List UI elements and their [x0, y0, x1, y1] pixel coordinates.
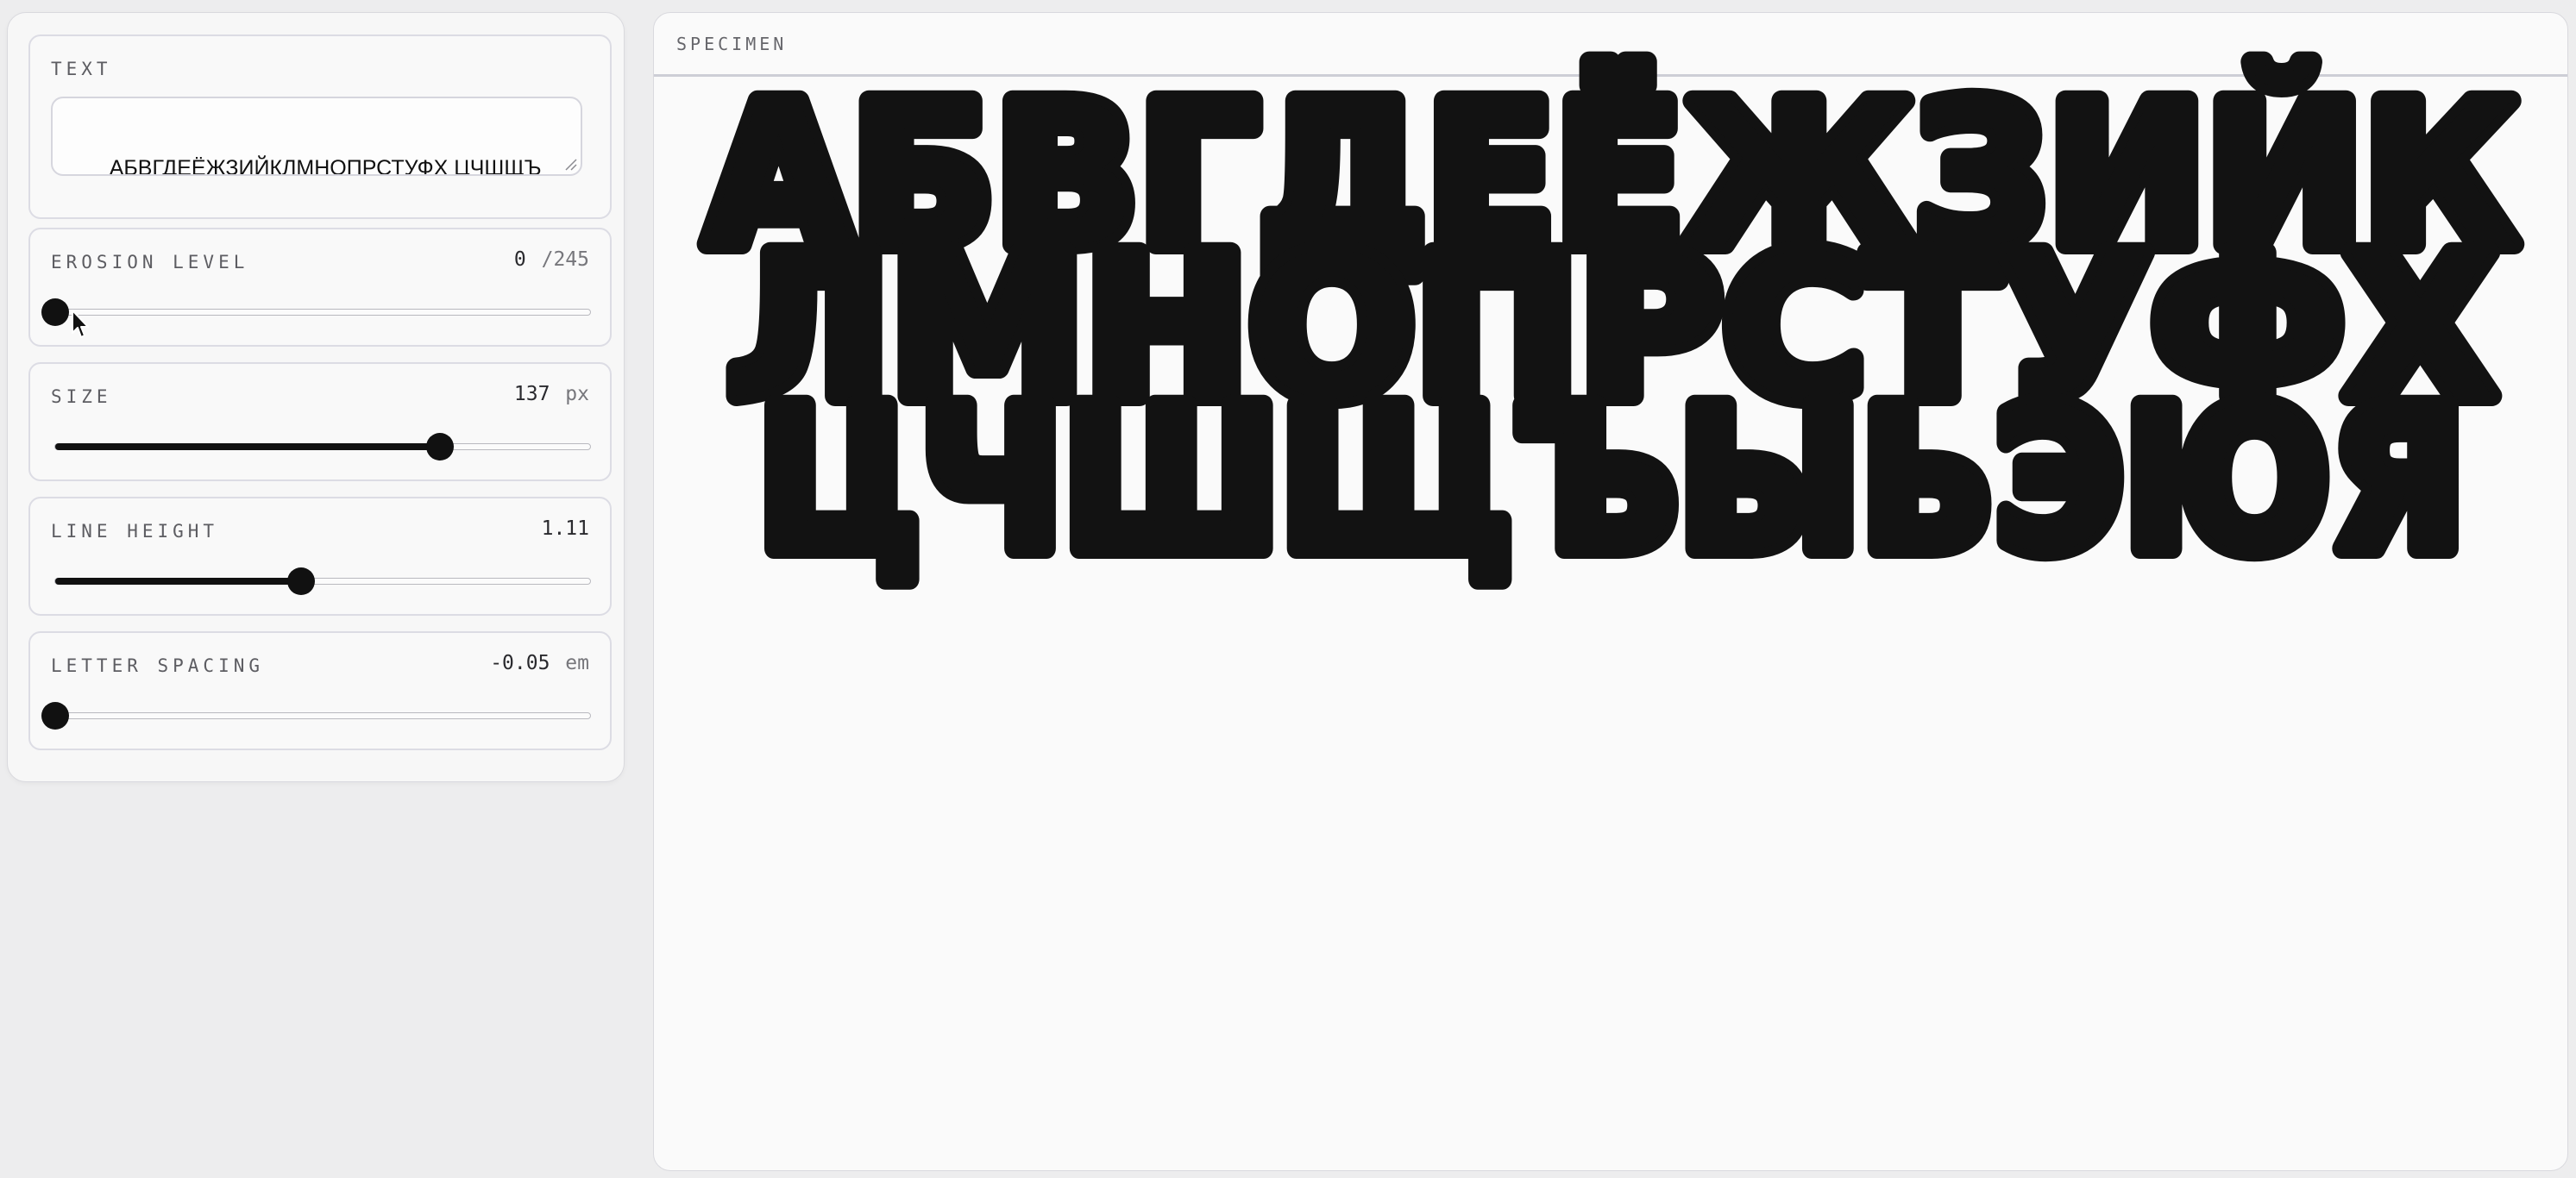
text-label: TEXT: [51, 59, 112, 79]
specimen-panel: SPECIMEN АБВГДЕЁЖЗИЙК ЛМНОПРСТУФХ ЦЧШЩЪЫ…: [653, 12, 2568, 1171]
text-input[interactable]: АБВГДЕЁЖЗИЙКЛМНОПРСТУФХ ЦЧШЩЪЫЬЭЮЯ: [51, 97, 582, 176]
size-value: 137: [513, 383, 550, 405]
erosion-value-readout: 0 /245: [514, 248, 589, 271]
erosion-value: 0: [513, 248, 526, 271]
text-input-value: АБВГДЕЁЖЗИЙКЛМНОПРСТУФХ ЦЧШЩЪЫЬЭЮЯ: [109, 156, 542, 176]
erosion-slider[interactable]: [41, 298, 591, 338]
text-card: TEXT АБВГДЕЁЖЗИЙКЛМНОПРСТУФХ ЦЧШЩЪЫЬЭЮЯ: [28, 34, 612, 219]
line-height-card: LINE HEIGHT 1.11: [28, 497, 612, 616]
specimen-label: SPECIMEN: [676, 34, 788, 54]
size-slider[interactable]: [54, 433, 591, 461]
size-card: SIZE 137 px: [28, 362, 612, 481]
line-height-value-readout: 1.11: [542, 517, 589, 540]
erosion-max: /245: [541, 248, 589, 271]
line-height-value: 1.11: [541, 517, 589, 540]
line-height-slider[interactable]: [54, 567, 591, 595]
letter-spacing-card: LETTER SPACING -0.05 em: [28, 631, 612, 750]
erosion-slider-thumb[interactable]: [41, 298, 89, 338]
size-unit: px: [565, 383, 589, 405]
specimen-preview: АБВГДЕЁЖЗИЙК ЛМНОПРСТУФХ ЦЧШЩЪЫЬЭЮЯ: [654, 51, 2567, 1170]
size-slider-fill: [55, 442, 441, 450]
erosion-label: EROSION LEVEL: [51, 252, 249, 273]
line-height-label: LINE HEIGHT: [51, 521, 219, 542]
erosion-card: EROSION LEVEL 0 /245: [28, 228, 612, 347]
letter-spacing-value: -0.05: [490, 652, 550, 674]
size-label: SIZE: [51, 386, 112, 407]
specimen-line-3-text: ЦЧШЩЪЫЬЭЮЯ: [757, 366, 2466, 595]
specimen-line-3: ЦЧШЩЪЫЬЭЮЯ: [747, 355, 2476, 605]
controls-panel: TEXT АБВГДЕЁЖЗИЙКЛМНОПРСТУФХ ЦЧШЩЪЫЬЭЮЯ …: [7, 12, 625, 782]
line-height-slider-thumb[interactable]: [287, 567, 316, 595]
size-value-readout: 137 px: [514, 383, 589, 405]
resize-grip-icon[interactable]: [563, 157, 577, 171]
letter-spacing-label: LETTER SPACING: [51, 655, 265, 676]
line-height-slider-fill: [55, 577, 302, 585]
letter-spacing-value-readout: -0.05 em: [490, 652, 589, 674]
letter-spacing-slider[interactable]: [41, 702, 591, 730]
mouse-pointer-icon: [72, 310, 89, 338]
letter-spacing-unit: em: [565, 652, 589, 674]
letter-spacing-slider-thumb[interactable]: [41, 702, 69, 730]
size-slider-thumb[interactable]: [426, 433, 455, 461]
